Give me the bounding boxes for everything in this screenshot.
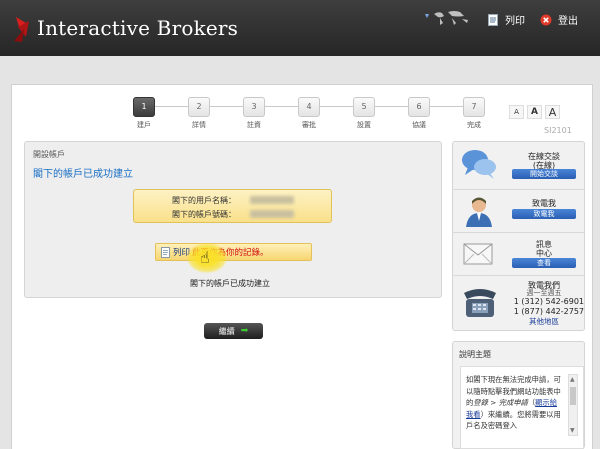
logout-label: 登出 <box>558 16 578 27</box>
font-large-button[interactable]: A <box>545 105 560 119</box>
phone-number-1: 1 (312) 542-6901 <box>513 297 584 306</box>
page-code: SI2101 <box>544 126 572 135</box>
brand-name: Interactive Brokers <box>37 16 239 40</box>
brand-logo: Interactive Brokers <box>12 12 238 44</box>
progress-steps: 1 建戶 2 詳情 3 註資 4 審批 5 設置 6 協議 7 完成 <box>131 97 491 137</box>
support-agent-icon <box>466 197 492 227</box>
sidebar-call-me: 致電我 致電我 <box>452 189 585 232</box>
envelope-icon <box>463 243 493 265</box>
logout-link[interactable]: 登出 <box>540 12 578 27</box>
help-scrollbar[interactable]: ▲ ▼ <box>568 374 578 436</box>
account-info-box: 閣下的用戶名稱： 閣下的帳戶號碼： <box>133 189 332 223</box>
chat-bubble-icon <box>462 150 496 179</box>
step-1: 1 建戶 <box>124 97 164 130</box>
font-small-button[interactable]: A <box>509 105 524 119</box>
account-number-label: 閣下的帳戶號碼： <box>172 210 236 219</box>
sidebar-message-center: 訊息 中心 查看 <box>452 232 585 275</box>
help-title: 說明主題 <box>459 350 491 359</box>
help-text-menu-path: 登錄 > 完成申請 <box>473 398 528 407</box>
help-text-part-2: 來繼續。您將需要以用戶名及密碼登入 <box>466 409 561 431</box>
view-messages-button[interactable]: 查看 <box>512 258 576 268</box>
logout-icon <box>540 14 552 26</box>
scroll-up-icon[interactable]: ▲ <box>570 376 575 383</box>
call-me-button[interactable]: 致電我 <box>512 209 576 219</box>
font-medium-button[interactable]: A <box>527 105 542 119</box>
print-link[interactable]: 列印 <box>487 12 525 27</box>
scroll-down-icon[interactable]: ▼ <box>570 427 575 434</box>
step-3: 3 註資 <box>234 97 274 130</box>
step-7: 7 完成 <box>454 97 494 130</box>
document-icon <box>161 246 170 258</box>
phone-number-2: 1 (877) 442-2757 <box>513 307 584 316</box>
step-2: 2 詳情 <box>179 97 219 130</box>
world-map-icon[interactable] <box>424 8 474 28</box>
card-title: 開設帳戶 <box>33 150 65 159</box>
username-label: 閣下的用戶名稱： <box>172 196 236 205</box>
print-record-button[interactable]: 列印 此頁作為你的記錄。 <box>155 243 312 261</box>
arrow-right-icon: ➡ <box>240 326 249 336</box>
step-4: 4 審批 <box>289 97 329 130</box>
print-label: 列印 <box>505 16 525 27</box>
scroll-thumb[interactable] <box>570 387 576 405</box>
step-5: 5 設置 <box>344 97 384 130</box>
hand-cursor-icon: ☝ <box>200 248 210 267</box>
desk-phone-icon <box>464 289 496 317</box>
help-text: 如閣下現在無法完成申請，可以隨時點擊我們網站功能表中的登錄 > 完成申請（顯示給… <box>466 375 561 431</box>
account-number-redacted <box>250 210 294 218</box>
sidebar-phone-us: 致電我們 週一至週五 1 (312) 542-6901 1 (877) 442-… <box>452 275 585 331</box>
other-regions-link[interactable]: 其他地區 <box>508 316 580 327</box>
font-size-controls: A A A <box>506 105 560 119</box>
printer-icon <box>487 13 499 26</box>
username-redacted <box>250 196 294 204</box>
ib-logo-icon <box>14 17 29 42</box>
call-me-title: 致電我 <box>532 199 556 208</box>
continue-button[interactable]: 繼續 ➡ <box>204 323 263 339</box>
success-message: 閣下的帳戶已成功建立 <box>33 169 133 180</box>
sidebar-chat: 在線交談 (在線) 開始交談 <box>452 141 585 189</box>
continue-label: 繼續 <box>218 326 235 336</box>
step-6: 6 協議 <box>399 97 439 130</box>
success-text: 閣下的帳戶已成功建立 <box>190 279 270 288</box>
start-chat-button[interactable]: 開始交談 <box>512 169 576 179</box>
